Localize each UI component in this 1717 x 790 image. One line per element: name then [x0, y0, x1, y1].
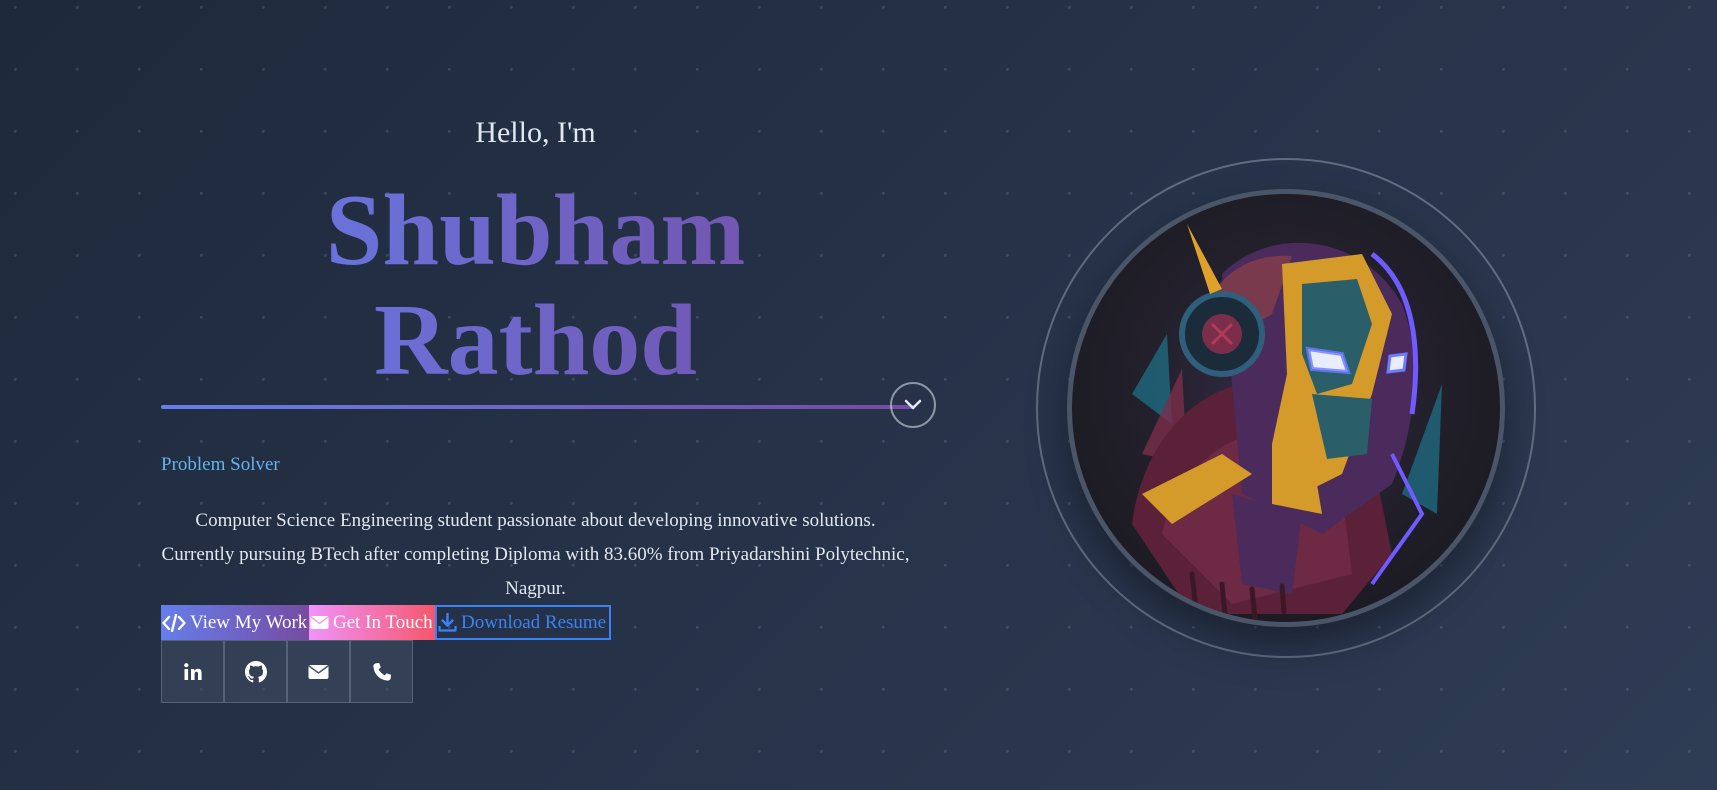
github-icon	[244, 660, 267, 682]
chevron-down-icon	[904, 399, 922, 410]
role-text: Problem Solver	[161, 454, 280, 475]
linkedin-link[interactable]	[161, 640, 224, 703]
view-work-button[interactable]: View My Work	[161, 605, 309, 640]
download-resume-button[interactable]: Download Resume	[435, 605, 611, 640]
profile-avatar	[1067, 189, 1505, 627]
name-underline	[161, 405, 915, 409]
get-in-touch-button[interactable]: Get In Touch	[309, 605, 435, 640]
download-icon	[438, 613, 457, 632]
cta-buttons: View My Work Get In Touch Download Resum…	[161, 605, 611, 640]
envelope-icon	[310, 616, 329, 629]
code-icon	[162, 613, 186, 632]
robot-avatar-illustration	[1072, 194, 1500, 622]
last-name: Rathod	[161, 286, 910, 396]
social-links	[161, 640, 413, 703]
scroll-down-button[interactable]	[890, 382, 936, 428]
view-work-label: View My Work	[190, 611, 308, 633]
hero-section: Hello, I'm Shubham Rathod Problem Solver…	[0, 0, 1717, 790]
hero-description: Computer Science Engineering student pas…	[161, 510, 910, 599]
phone-link[interactable]	[350, 640, 413, 703]
phone-icon	[372, 662, 391, 681]
linkedin-icon	[183, 662, 202, 680]
get-in-touch-label: Get In Touch	[333, 611, 433, 633]
download-resume-label: Download Resume	[461, 611, 607, 633]
envelope-icon	[308, 664, 329, 679]
first-name: Shubham	[161, 176, 910, 286]
github-link[interactable]	[224, 640, 287, 703]
greeting-text: Hello, I'm	[475, 116, 596, 149]
hero-name: Shubham Rathod	[161, 176, 910, 396]
email-link[interactable]	[287, 640, 350, 703]
